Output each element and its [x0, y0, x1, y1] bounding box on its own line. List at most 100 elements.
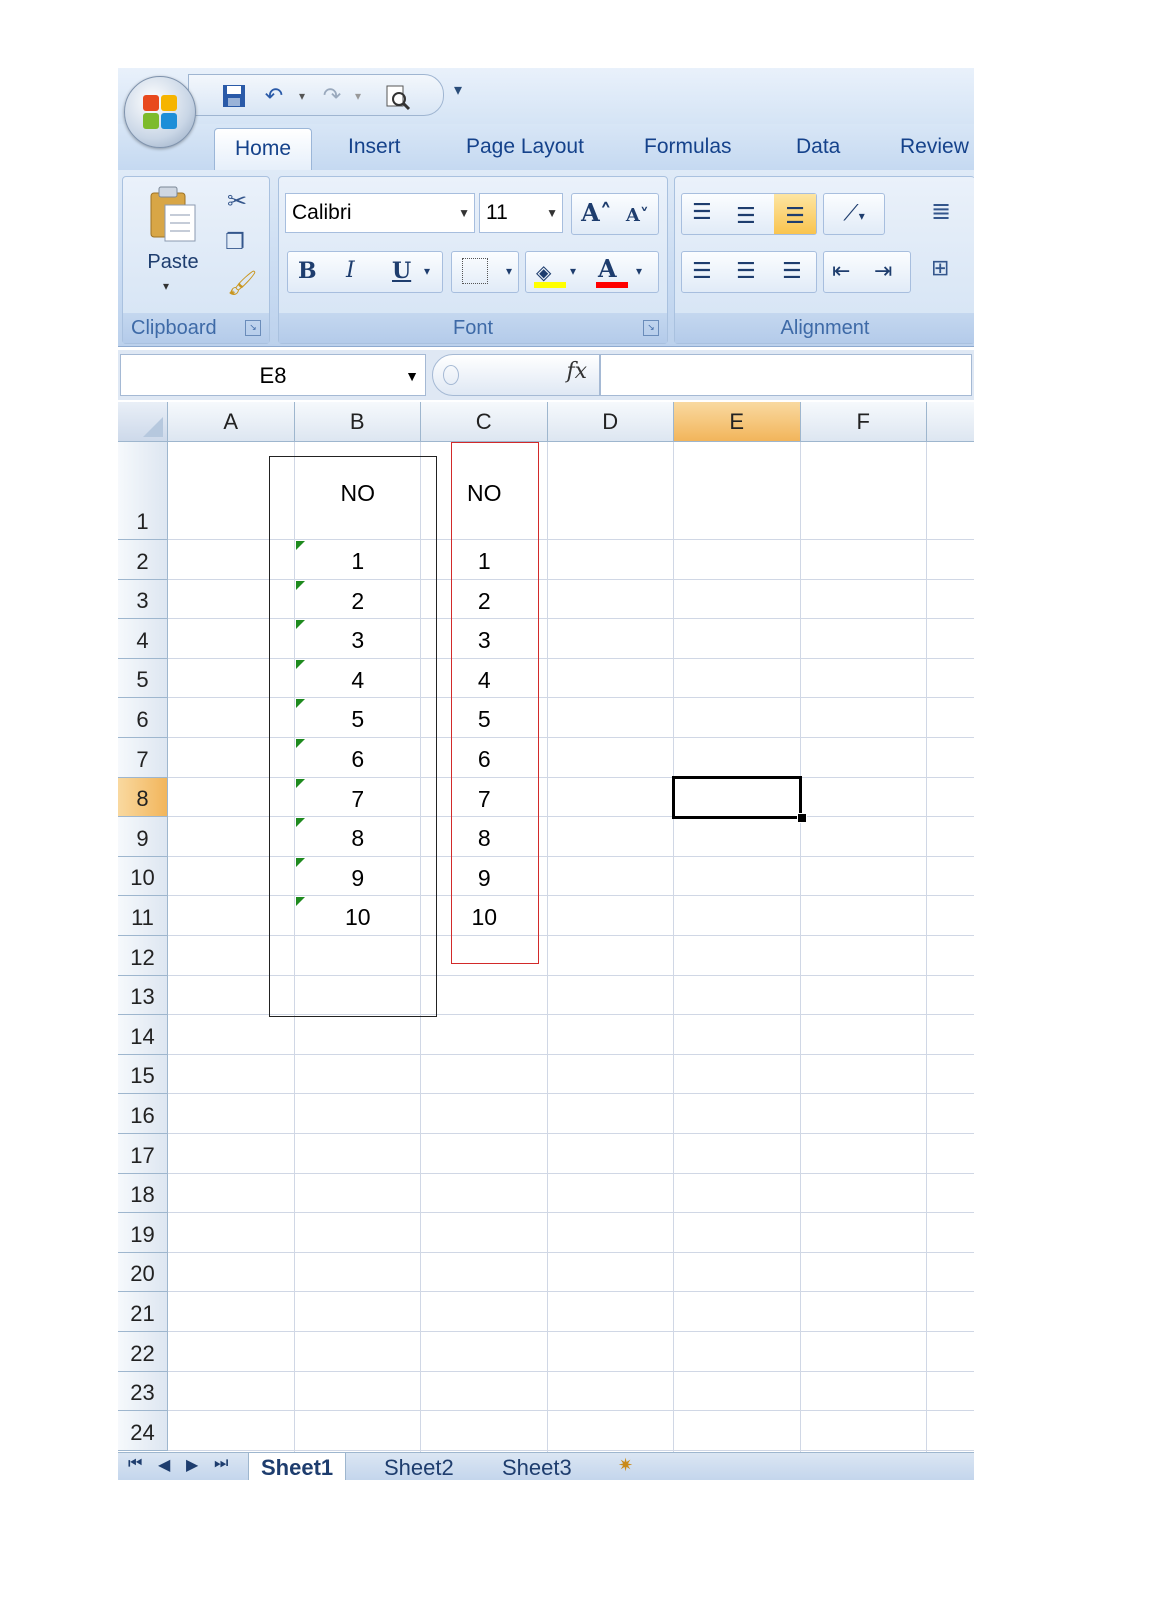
borders-icon: [462, 258, 488, 284]
redo-icon[interactable]: ↷: [319, 83, 345, 109]
tab-data[interactable]: Data: [796, 124, 840, 170]
paste-dropdown-icon[interactable]: ▾: [163, 279, 169, 293]
row-header-22[interactable]: 22: [118, 1332, 168, 1372]
tab-home[interactable]: Home: [214, 128, 313, 173]
active-cell-e8[interactable]: [672, 775, 802, 820]
align-bottom-icon[interactable]: ☰: [774, 194, 816, 234]
column-header-e[interactable]: E: [674, 402, 801, 442]
save-icon[interactable]: [221, 83, 247, 109]
row-header-9[interactable]: 9: [118, 817, 168, 857]
print-preview-icon[interactable]: [383, 83, 411, 111]
paste-button[interactable]: Paste ▾: [145, 185, 201, 293]
row-header-17[interactable]: 17: [118, 1134, 168, 1174]
font-name-box[interactable]: Calibri ▼: [285, 193, 475, 233]
tab-review[interactable]: Review: [900, 124, 969, 170]
underline-dropdown-icon[interactable]: ▾: [424, 252, 430, 290]
column-header-a[interactable]: A: [168, 402, 295, 442]
align-right-icon[interactable]: ☰: [782, 252, 802, 290]
row-header-14[interactable]: 14: [118, 1015, 168, 1055]
first-sheet-icon[interactable]: ⏮: [128, 1455, 142, 1473]
orientation-dropdown-icon[interactable]: ▾: [859, 209, 865, 223]
italic-button[interactable]: I: [346, 252, 355, 290]
column-header-d[interactable]: D: [547, 402, 674, 442]
fill-color-dropdown-icon[interactable]: ▾: [570, 252, 576, 290]
prev-sheet-icon[interactable]: ◀: [158, 1455, 170, 1475]
font-size-dropdown-icon[interactable]: ▼: [546, 194, 558, 232]
row-header-20[interactable]: 20: [118, 1252, 168, 1293]
row-header-8[interactable]: 8: [118, 777, 168, 818]
align-top-icon[interactable]: ☰: [692, 194, 712, 230]
row-number: 24: [130, 1419, 155, 1445]
cut-icon[interactable]: ✂: [227, 187, 247, 216]
underline-button[interactable]: U: [392, 252, 411, 290]
row-header-3[interactable]: 3: [118, 579, 168, 620]
row-header-18[interactable]: 18: [118, 1173, 168, 1214]
clipboard-launcher-icon[interactable]: ↘: [245, 320, 261, 336]
sheet-tab-sheet3[interactable]: Sheet3: [490, 1453, 584, 1480]
last-sheet-icon[interactable]: ⏭: [214, 1455, 228, 1473]
worksheet-grid: ABCDEF 1 2 3 4 5 6 7 8 9 10 11 12 13 14 15 16 17 18 19 20 21…: [118, 402, 974, 1452]
row-header-7[interactable]: 7: [118, 738, 168, 778]
insert-sheet-icon[interactable]: ✷: [618, 1455, 633, 1476]
merge-center-icon[interactable]: ⊞: [931, 255, 949, 281]
undo-icon[interactable]: ↶: [261, 83, 287, 109]
font-size-box[interactable]: 11 ▼: [479, 193, 563, 233]
column-header-g[interactable]: [927, 402, 974, 442]
tab-page-layout[interactable]: Page Layout: [466, 124, 584, 170]
row-header-24[interactable]: 24: [118, 1411, 168, 1451]
orientation-button[interactable]: ⟋▾: [823, 193, 885, 235]
tab-formulas[interactable]: Formulas: [644, 124, 732, 170]
column-header-b[interactable]: B: [294, 402, 421, 442]
row-header-4[interactable]: 4: [118, 619, 168, 659]
font-name-dropdown-icon[interactable]: ▼: [458, 194, 470, 232]
bold-button[interactable]: B: [298, 252, 317, 290]
decrease-indent-icon[interactable]: ⇤: [832, 252, 850, 290]
row-header-23[interactable]: 23: [118, 1371, 168, 1412]
shrink-font-button[interactable]: A˅: [626, 205, 649, 226]
name-box-dropdown-icon[interactable]: ▼: [405, 355, 419, 397]
font-launcher-icon[interactable]: ↘: [643, 320, 659, 336]
row-header-6[interactable]: 6: [118, 698, 168, 738]
excel-window: ↶ ▾ ↷ ▾ ▾ Home Insert Page Layout Formul…: [118, 68, 974, 1480]
borders-button[interactable]: ▾: [451, 251, 519, 293]
row-header-13[interactable]: 13: [118, 975, 168, 1016]
row-header-15[interactable]: 15: [118, 1054, 168, 1095]
align-middle-icon[interactable]: ☰: [736, 198, 756, 234]
name-box[interactable]: E8 ▼: [120, 354, 426, 396]
wrap-text-icon[interactable]: ≣: [931, 197, 951, 226]
borders-dropdown-icon[interactable]: ▾: [506, 252, 512, 290]
undo-dropdown-icon[interactable]: ▾: [289, 83, 315, 109]
row-header-5[interactable]: 5: [118, 658, 168, 699]
increase-indent-icon[interactable]: ⇥: [874, 252, 892, 290]
align-center-icon[interactable]: ☰: [736, 252, 756, 290]
column-header-f[interactable]: F: [800, 402, 927, 442]
format-painter-icon[interactable]: 🖌: [227, 269, 257, 298]
insert-function-area: fx: [432, 354, 600, 396]
row-header-11[interactable]: 11: [118, 896, 168, 936]
font-color-dropdown-icon[interactable]: ▾: [636, 252, 642, 290]
row-header-12[interactable]: 12: [118, 936, 168, 976]
next-sheet-icon[interactable]: ▶: [186, 1455, 198, 1475]
redo-dropdown-icon[interactable]: ▾: [345, 83, 371, 109]
office-button[interactable]: [124, 76, 196, 148]
sheet-tab-sheet1[interactable]: Sheet1: [248, 1453, 347, 1480]
sheet-tab-sheet2[interactable]: Sheet2: [372, 1453, 466, 1480]
orientation-icon: ⟋: [843, 200, 859, 225]
column-header-c[interactable]: C: [421, 402, 548, 442]
formula-expand-icon[interactable]: [443, 365, 459, 385]
row-header-1[interactable]: 1: [118, 442, 168, 540]
insert-function-icon[interactable]: fx: [566, 359, 587, 384]
row-header-21[interactable]: 21: [118, 1292, 168, 1332]
customize-toolbar-icon[interactable]: ▾: [454, 80, 462, 100]
row-header-10[interactable]: 10: [118, 856, 168, 897]
row-header-19[interactable]: 19: [118, 1213, 168, 1253]
select-all-button[interactable]: [118, 402, 168, 442]
align-left-icon[interactable]: ☰: [692, 252, 712, 290]
copy-icon[interactable]: ❐: [225, 229, 245, 255]
row-header-16[interactable]: 16: [118, 1094, 168, 1134]
formula-input[interactable]: [600, 354, 972, 396]
grow-font-button[interactable]: A˄: [581, 198, 612, 227]
fill-handle[interactable]: [796, 813, 807, 824]
tab-insert[interactable]: Insert: [348, 124, 401, 170]
row-header-2[interactable]: 2: [118, 540, 168, 580]
